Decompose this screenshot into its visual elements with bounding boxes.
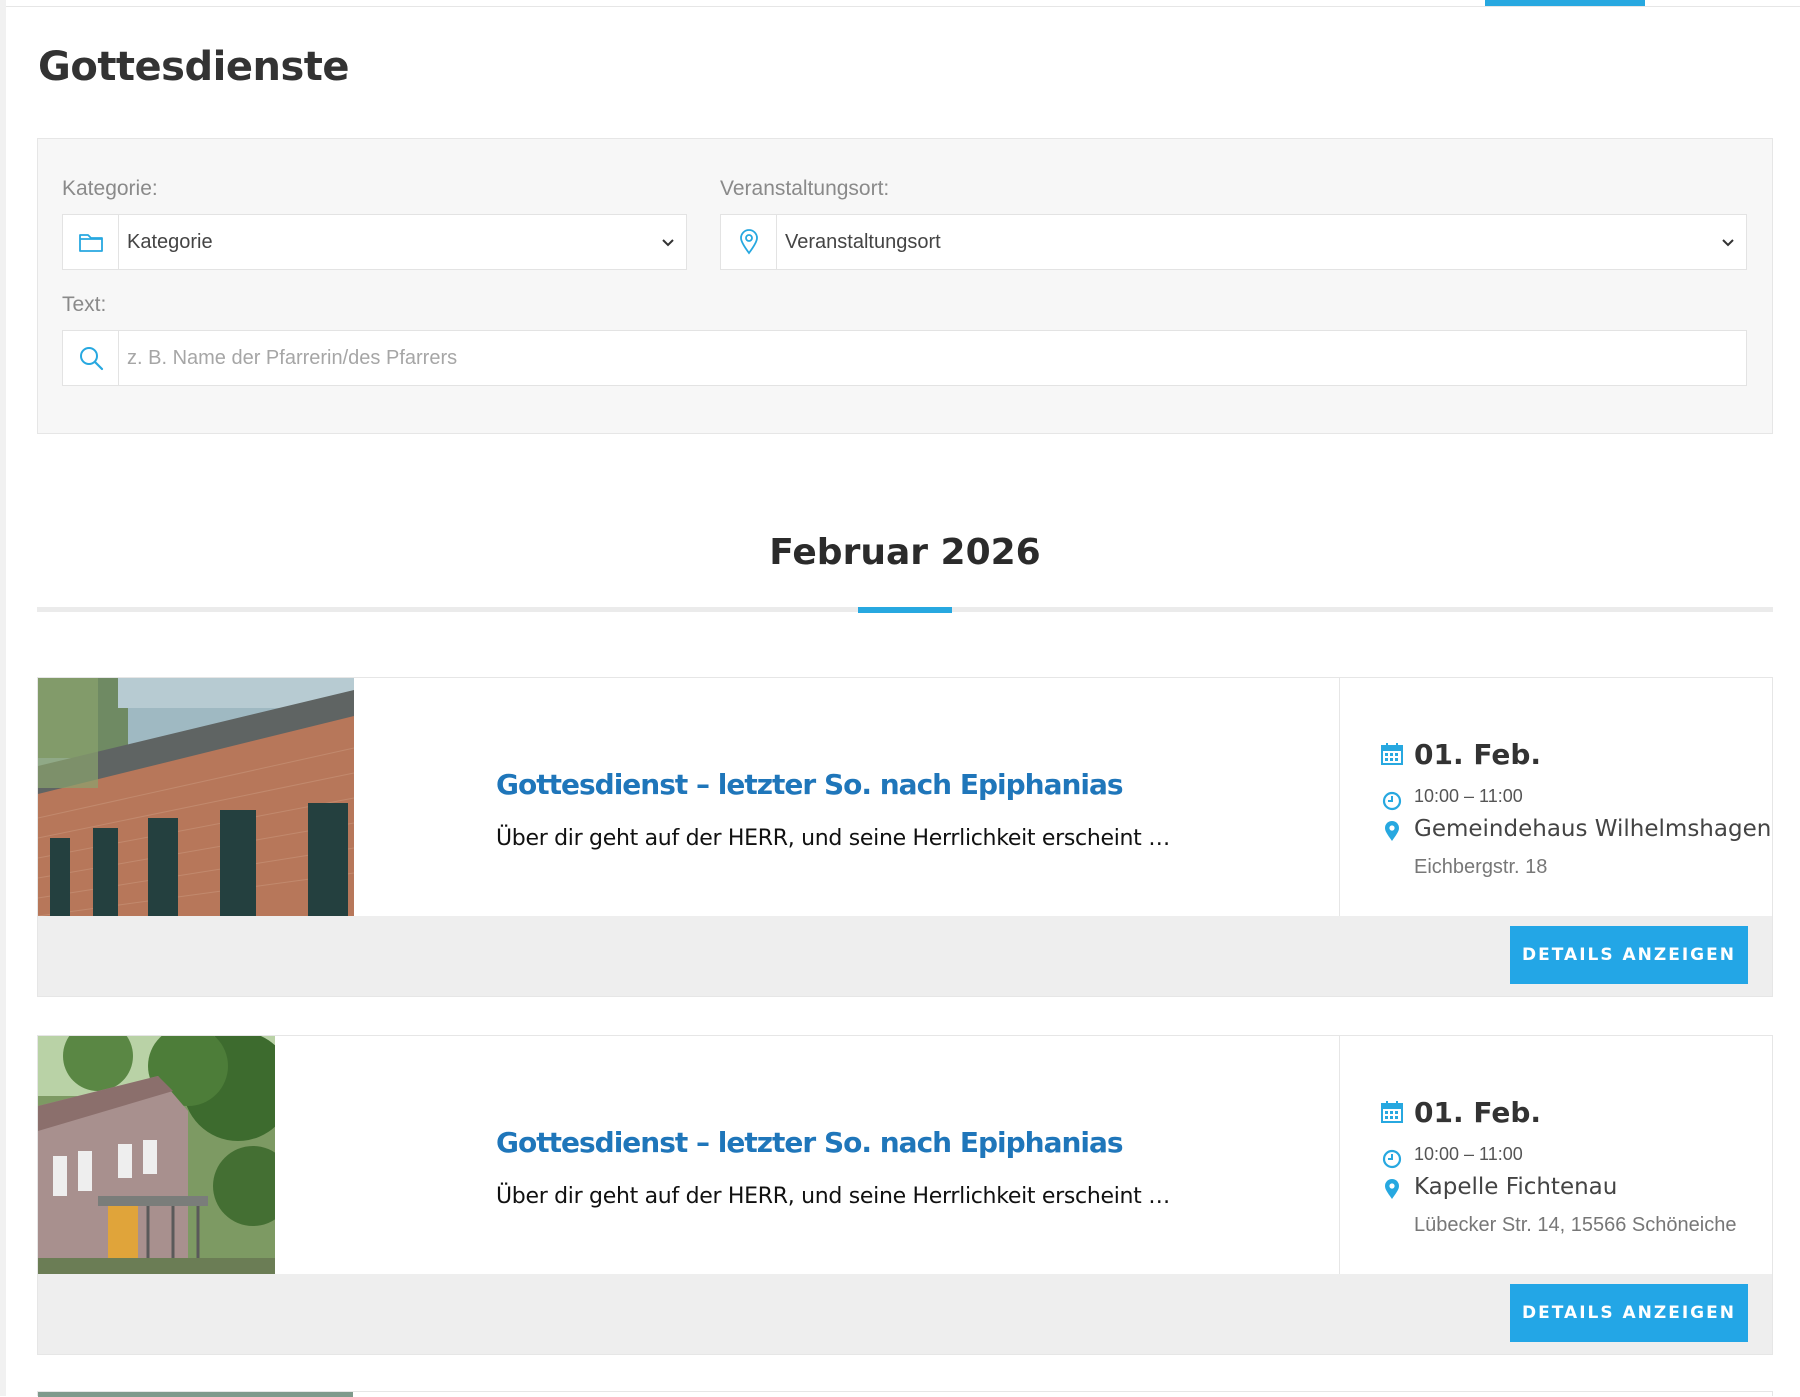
location-pin-icon bbox=[721, 215, 777, 269]
chevron-down-icon bbox=[1722, 239, 1734, 247]
event-excerpt: Über dir geht auf der HERR, und seine He… bbox=[496, 826, 1170, 851]
event-date: 01. Feb. bbox=[1414, 1096, 1542, 1129]
event-venue: Kapelle Fichtenau bbox=[1414, 1174, 1618, 1200]
event-meta: 01. Feb. 10:00 – 11:00 Kapelle Fichtenau… bbox=[1368, 1036, 1768, 1274]
location-pin-icon bbox=[1385, 821, 1399, 841]
location-label: Veranstaltungsort: bbox=[720, 177, 890, 200]
event-image[interactable] bbox=[38, 678, 354, 916]
category-label: Kategorie: bbox=[62, 177, 158, 200]
event-time: 10:00 – 11:00 bbox=[1414, 1144, 1523, 1164]
category-select-value: Kategorie bbox=[127, 231, 213, 253]
location-select-value: Veranstaltungsort bbox=[785, 231, 941, 253]
event-excerpt: Über dir geht auf der HERR, und seine He… bbox=[496, 1184, 1170, 1209]
card-divider bbox=[1339, 678, 1340, 916]
event-card-footer: DETAILS ANZEIGEN bbox=[38, 1274, 1772, 1354]
event-title-link[interactable]: Gottesdienst – letzter So. nach Epiphani… bbox=[496, 768, 1124, 801]
event-card: Gottesdienst – letzter So. nach Epiphani… bbox=[37, 677, 1773, 997]
details-button[interactable]: DETAILS ANZEIGEN bbox=[1510, 926, 1748, 984]
event-address: Lübecker Str. 14, 15566 Schöneiche bbox=[1414, 1214, 1737, 1236]
filter-panel: Kategorie: Kategorie Veranstaltungsort: … bbox=[37, 138, 1773, 434]
text-label: Text: bbox=[62, 293, 107, 316]
event-image bbox=[38, 1392, 353, 1397]
event-address: Eichbergstr. 18 bbox=[1414, 856, 1548, 878]
event-card-partial bbox=[37, 1391, 1773, 1397]
event-venue: Gemeindehaus Wilhelmshagen bbox=[1414, 816, 1772, 842]
event-date: 01. Feb. bbox=[1414, 738, 1542, 771]
calendar-icon bbox=[1381, 743, 1403, 765]
active-nav-indicator bbox=[1485, 0, 1645, 6]
event-image[interactable] bbox=[38, 1036, 275, 1274]
search-icon bbox=[63, 331, 119, 385]
month-divider-accent bbox=[858, 607, 952, 613]
text-search-input[interactable]: z. B. Name der Pfarrerin/des Pfarrers bbox=[62, 330, 1747, 386]
page-left-border bbox=[0, 0, 6, 1396]
event-card: Gottesdienst – letzter So. nach Epiphani… bbox=[37, 1035, 1773, 1355]
month-heading: Februar 2026 bbox=[769, 532, 1041, 573]
text-search-placeholder[interactable]: z. B. Name der Pfarrerin/des Pfarrers bbox=[127, 331, 457, 385]
card-divider bbox=[1339, 1036, 1340, 1274]
folder-icon bbox=[63, 215, 119, 269]
event-meta: 01. Feb. 10:00 – 11:00 Gemeindehaus Wilh… bbox=[1368, 678, 1772, 916]
chevron-down-icon bbox=[662, 239, 674, 247]
header-bottom-line bbox=[6, 6, 1800, 7]
page-title: Gottesdienste bbox=[38, 44, 350, 90]
event-card-footer: DETAILS ANZEIGEN bbox=[38, 916, 1772, 996]
details-button[interactable]: DETAILS ANZEIGEN bbox=[1510, 1284, 1748, 1342]
location-pin-icon bbox=[1385, 1179, 1399, 1199]
category-select[interactable]: Kategorie bbox=[62, 214, 687, 270]
location-select[interactable]: Veranstaltungsort bbox=[720, 214, 1747, 270]
calendar-icon bbox=[1381, 1101, 1403, 1123]
clock-icon bbox=[1382, 1149, 1402, 1169]
event-title-link[interactable]: Gottesdienst – letzter So. nach Epiphani… bbox=[496, 1126, 1124, 1159]
clock-icon bbox=[1382, 791, 1402, 811]
event-time: 10:00 – 11:00 bbox=[1414, 786, 1523, 806]
